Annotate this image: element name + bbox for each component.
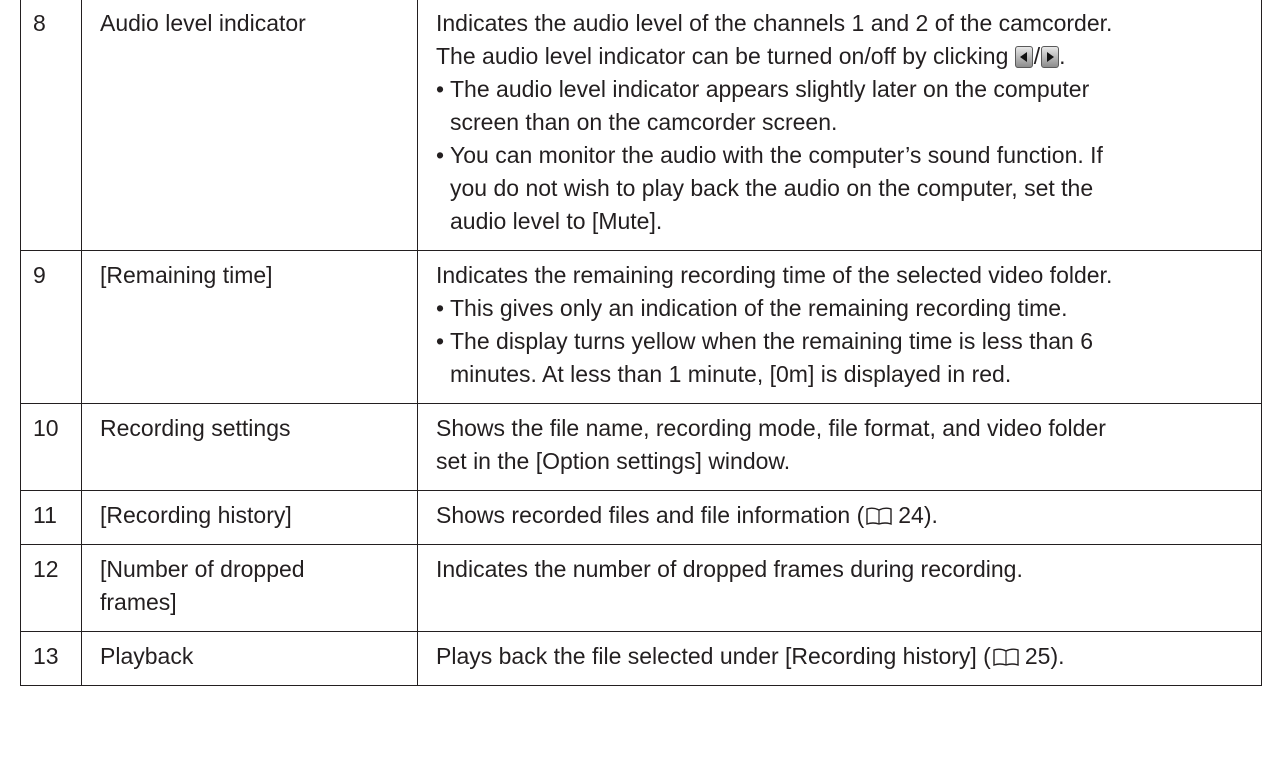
row-number: 9 [20, 250, 82, 404]
item-name: [Number of dropped frames] [81, 544, 418, 632]
item-description: Indicates the audio level of the channel… [417, 0, 1262, 251]
item-name: [Remaining time] [81, 250, 418, 404]
bullet-item: • You can monitor the audio with the comp… [436, 142, 1103, 168]
row-number: 11 [20, 490, 82, 545]
desc-text: The audio level indicator can be turned … [436, 43, 1066, 69]
book-reference-icon [993, 648, 1019, 666]
arrow-left-button-icon [1014, 46, 1033, 68]
row-number: 12 [20, 544, 82, 632]
item-description: Plays back the file selected under [Reco… [417, 631, 1262, 686]
bullet-item: • The audio level indicator appears sligh… [436, 76, 1090, 102]
table-row: 9 [Remaining time] Indicates the remaini… [20, 250, 1262, 404]
table-row: 8 Audio level indicator Indicates the au… [20, 0, 1262, 251]
book-reference-icon [866, 507, 892, 525]
desc-text: Indicates the audio level of the channel… [436, 10, 1113, 36]
row-number: 8 [20, 0, 82, 251]
item-name: [Recording history] [81, 490, 418, 545]
table-row: 12 [Number of dropped frames] Indicates … [20, 544, 1262, 632]
bullet-item: • This gives only an indication of the re… [436, 295, 1068, 321]
table-row: 11 [Recording history] Shows recorded fi… [20, 490, 1262, 545]
item-description: Indicates the number of dropped frames d… [417, 544, 1262, 632]
item-description: Shows recorded files and file informatio… [417, 490, 1262, 545]
table-row: 13 Playback Plays back the file selected… [20, 631, 1262, 686]
item-name: Recording settings [81, 403, 418, 491]
item-description: Shows the file name, recording mode, fil… [417, 403, 1262, 491]
item-name: Playback [81, 631, 418, 686]
row-number: 10 [20, 403, 82, 491]
item-name: Audio level indicator [81, 0, 418, 251]
table-row: 10 Recording settings Shows the file nam… [20, 403, 1262, 491]
spec-table: 8 Audio level indicator Indicates the au… [20, 0, 1262, 686]
bullet-item: • The display turns yellow when the remai… [436, 328, 1094, 354]
row-number: 13 [20, 631, 82, 686]
item-description: Indicates the remaining recording time o… [417, 250, 1262, 404]
arrow-right-button-icon [1041, 46, 1060, 68]
